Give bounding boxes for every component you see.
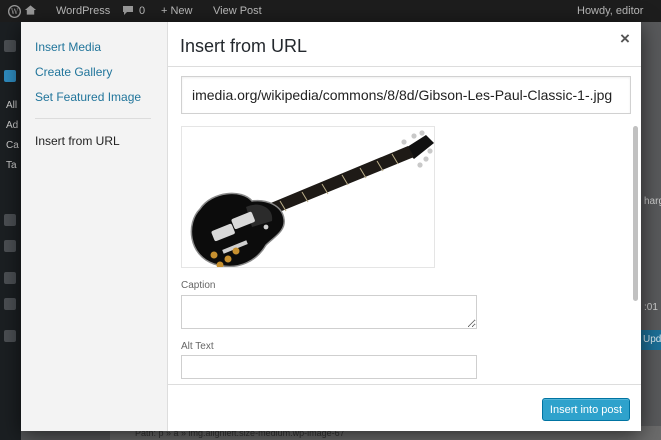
background-fragment: :01 [644, 302, 658, 313]
image-preview [181, 126, 435, 268]
alt-text-label: Alt Text [181, 341, 214, 352]
site-name-link[interactable]: WordPress [56, 5, 110, 17]
modal-title: Insert from URL [180, 36, 308, 56]
menu-item-set-featured-image[interactable]: Set Featured Image [35, 90, 141, 104]
url-input[interactable] [181, 76, 631, 114]
settings-scrollbar[interactable] [631, 126, 639, 384]
insert-into-post-button[interactable]: Insert into post [542, 398, 630, 421]
caption-label: Caption [181, 280, 216, 291]
menu-separator [35, 118, 151, 119]
scrollbar-thumb[interactable] [633, 126, 638, 301]
media-modal: Insert Media Create Gallery Set Featured… [21, 22, 641, 431]
view-post-link[interactable]: View Post [213, 5, 262, 17]
sidebar-fragment: Ca [6, 140, 19, 151]
guitar-image [190, 130, 434, 267]
title-divider [168, 66, 641, 67]
sidebar-fragment: Ta [6, 160, 17, 171]
menu-item-insert-media[interactable]: Insert Media [35, 40, 101, 54]
close-icon[interactable]: × [616, 29, 634, 49]
media-icon [4, 214, 16, 226]
account-greeting[interactable]: Howdy, editor [577, 5, 643, 17]
collapse-icon [4, 330, 16, 342]
media-menu: Insert Media Create Gallery Set Featured… [21, 22, 168, 431]
update-button-background: Upd [640, 330, 661, 350]
sidebar-fragment: Ad [6, 120, 19, 131]
tools-icon [4, 298, 16, 310]
new-content-link[interactable]: + New [161, 5, 193, 17]
sidebar-fragment: All [6, 100, 18, 111]
dashboard-icon [4, 40, 16, 52]
posts-icon [4, 70, 16, 82]
menu-item-insert-from-url[interactable]: Insert from URL [35, 134, 120, 148]
alt-text-input[interactable] [181, 355, 477, 379]
pages-icon [4, 240, 16, 252]
svg-text:W: W [11, 7, 19, 16]
users-icon [4, 272, 16, 284]
admin-bar: W WordPress 0 + New View Post Howdy, edi… [0, 0, 661, 22]
wordpress-logo-icon[interactable]: W [7, 4, 21, 21]
comment-icon[interactable] [122, 5, 134, 19]
admin-sidebar-background: All Ad Ca Ta [0, 22, 21, 440]
background-fragment: harg [644, 196, 661, 207]
caption-textarea[interactable] [181, 295, 477, 329]
menu-item-create-gallery[interactable]: Create Gallery [35, 65, 112, 79]
home-icon[interactable] [24, 3, 37, 20]
comments-count[interactable]: 0 [139, 5, 145, 17]
media-toolbar: Insert into post [168, 384, 641, 431]
